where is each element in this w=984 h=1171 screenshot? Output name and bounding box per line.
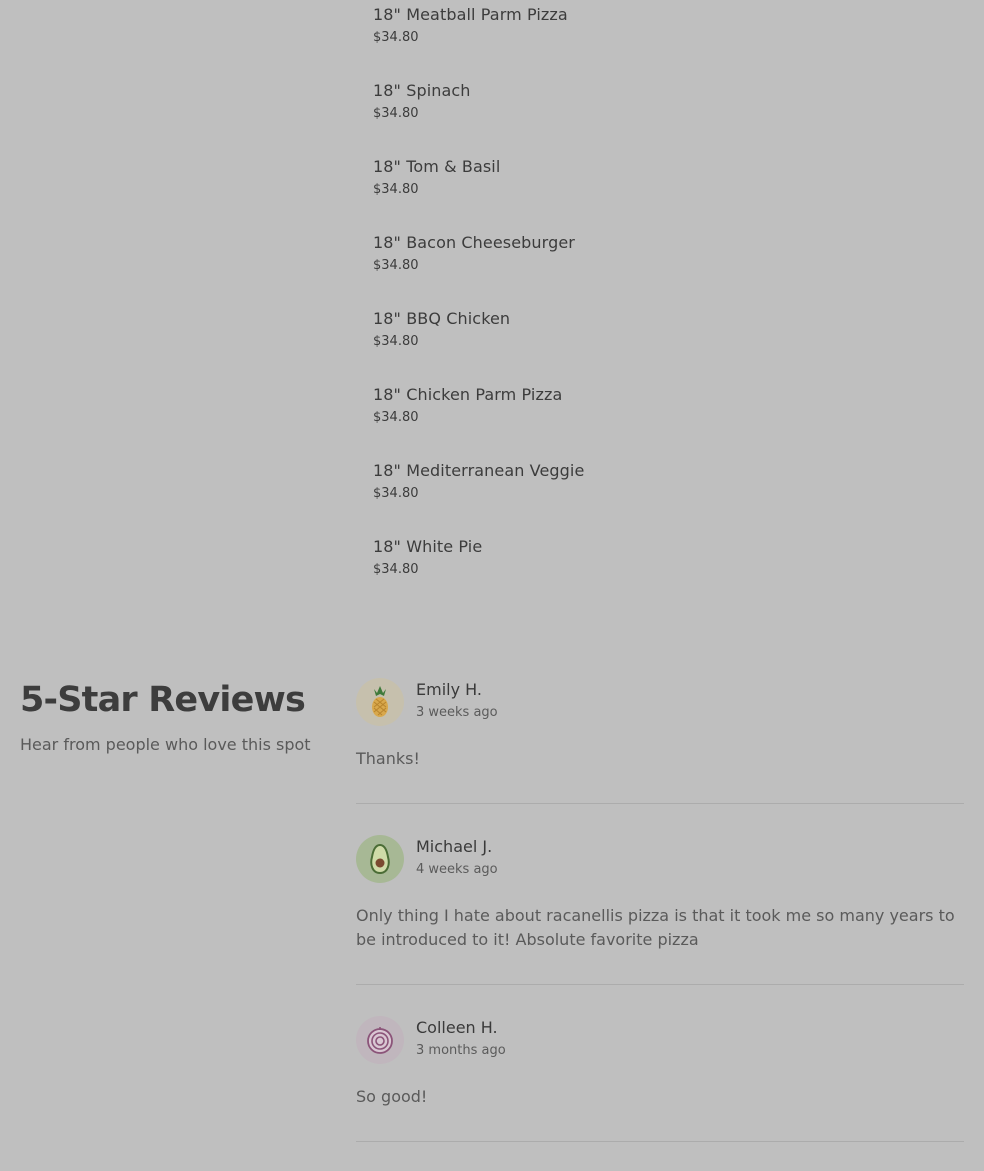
menu-item-name: 18" BBQ Chicken bbox=[373, 309, 511, 328]
menu-item-price: $34.80 bbox=[373, 410, 419, 425]
page: 18" Meatball Parm Pizza $34.80 18" Spina… bbox=[0, 0, 984, 1171]
menu-list: 18" Meatball Parm Pizza $34.80 18" Spina… bbox=[373, 5, 933, 613]
menu-item-price: $34.80 bbox=[373, 30, 419, 45]
review-header: Michael J. 4 weeks ago bbox=[356, 835, 964, 883]
menu-item-name: 18" Spinach bbox=[373, 81, 471, 100]
review-date: 4 weeks ago bbox=[416, 862, 498, 877]
review-author: Michael J. bbox=[416, 837, 493, 856]
review-author: Colleen H. bbox=[416, 1018, 498, 1037]
menu-item-price: $34.80 bbox=[373, 182, 419, 197]
menu-item-name: 18" Chicken Parm Pizza bbox=[373, 385, 563, 404]
menu-item-price: $34.80 bbox=[373, 106, 419, 121]
review-author: Emily H. bbox=[416, 680, 482, 699]
menu-item-price: $34.80 bbox=[373, 562, 419, 577]
review-text: So good! bbox=[356, 1087, 428, 1106]
review-text: Only thing I hate about racanellis pizza… bbox=[356, 906, 955, 949]
reviews-header: 5-Star Reviews Hear from people who love… bbox=[20, 678, 320, 755]
menu-item-name: 18" White Pie bbox=[373, 537, 483, 556]
menu-item-name: 18" Mediterranean Veggie bbox=[373, 461, 585, 480]
avatar bbox=[356, 1016, 404, 1064]
menu-item-price: $34.80 bbox=[373, 334, 419, 349]
avatar bbox=[356, 835, 404, 883]
review-text: Thanks! bbox=[356, 749, 420, 768]
review-header: Colleen H. 3 months ago bbox=[356, 1016, 964, 1064]
menu-item[interactable]: 18" White Pie $34.80 bbox=[373, 537, 933, 613]
menu-item[interactable]: 18" Mediterranean Veggie $34.80 bbox=[373, 461, 933, 537]
review-card: Emily H. 3 weeks ago Thanks! bbox=[356, 678, 964, 804]
review-meta: Emily H. 3 weeks ago bbox=[416, 678, 498, 721]
menu-item[interactable]: 18" Meatball Parm Pizza $34.80 bbox=[373, 5, 933, 81]
avocado-icon bbox=[367, 843, 393, 875]
reviews-subtitle: Hear from people who love this spot bbox=[20, 735, 311, 754]
review-header: Emily H. 3 weeks ago bbox=[356, 678, 964, 726]
menu-item-price: $34.80 bbox=[373, 486, 419, 501]
review-date: 3 months ago bbox=[416, 1043, 506, 1058]
menu-item-name: 18" Tom & Basil bbox=[373, 157, 501, 176]
menu-item[interactable]: 18" Tom & Basil $34.80 bbox=[373, 157, 933, 233]
menu-item[interactable]: 18" Bacon Cheeseburger $34.80 bbox=[373, 233, 933, 309]
review-card: Michael J. 4 weeks ago Only thing I hate… bbox=[356, 835, 964, 985]
pineapple-icon bbox=[366, 685, 394, 719]
menu-item-name: 18" Bacon Cheeseburger bbox=[373, 233, 575, 252]
review-meta: Colleen H. 3 months ago bbox=[416, 1016, 506, 1059]
menu-item[interactable]: 18" Chicken Parm Pizza $34.80 bbox=[373, 385, 933, 461]
menu-item[interactable]: 18" BBQ Chicken $34.80 bbox=[373, 309, 933, 385]
menu-item[interactable]: 18" Spinach $34.80 bbox=[373, 81, 933, 157]
review-card: Colleen H. 3 months ago So good! bbox=[356, 1016, 964, 1142]
avatar bbox=[356, 678, 404, 726]
menu-item-name: 18" Meatball Parm Pizza bbox=[373, 5, 568, 24]
review-meta: Michael J. 4 weeks ago bbox=[416, 835, 498, 878]
reviews-title: 5-Star Reviews bbox=[20, 680, 306, 720]
onion-icon bbox=[365, 1025, 395, 1055]
review-date: 3 weeks ago bbox=[416, 705, 498, 720]
menu-item-price: $34.80 bbox=[373, 258, 419, 273]
